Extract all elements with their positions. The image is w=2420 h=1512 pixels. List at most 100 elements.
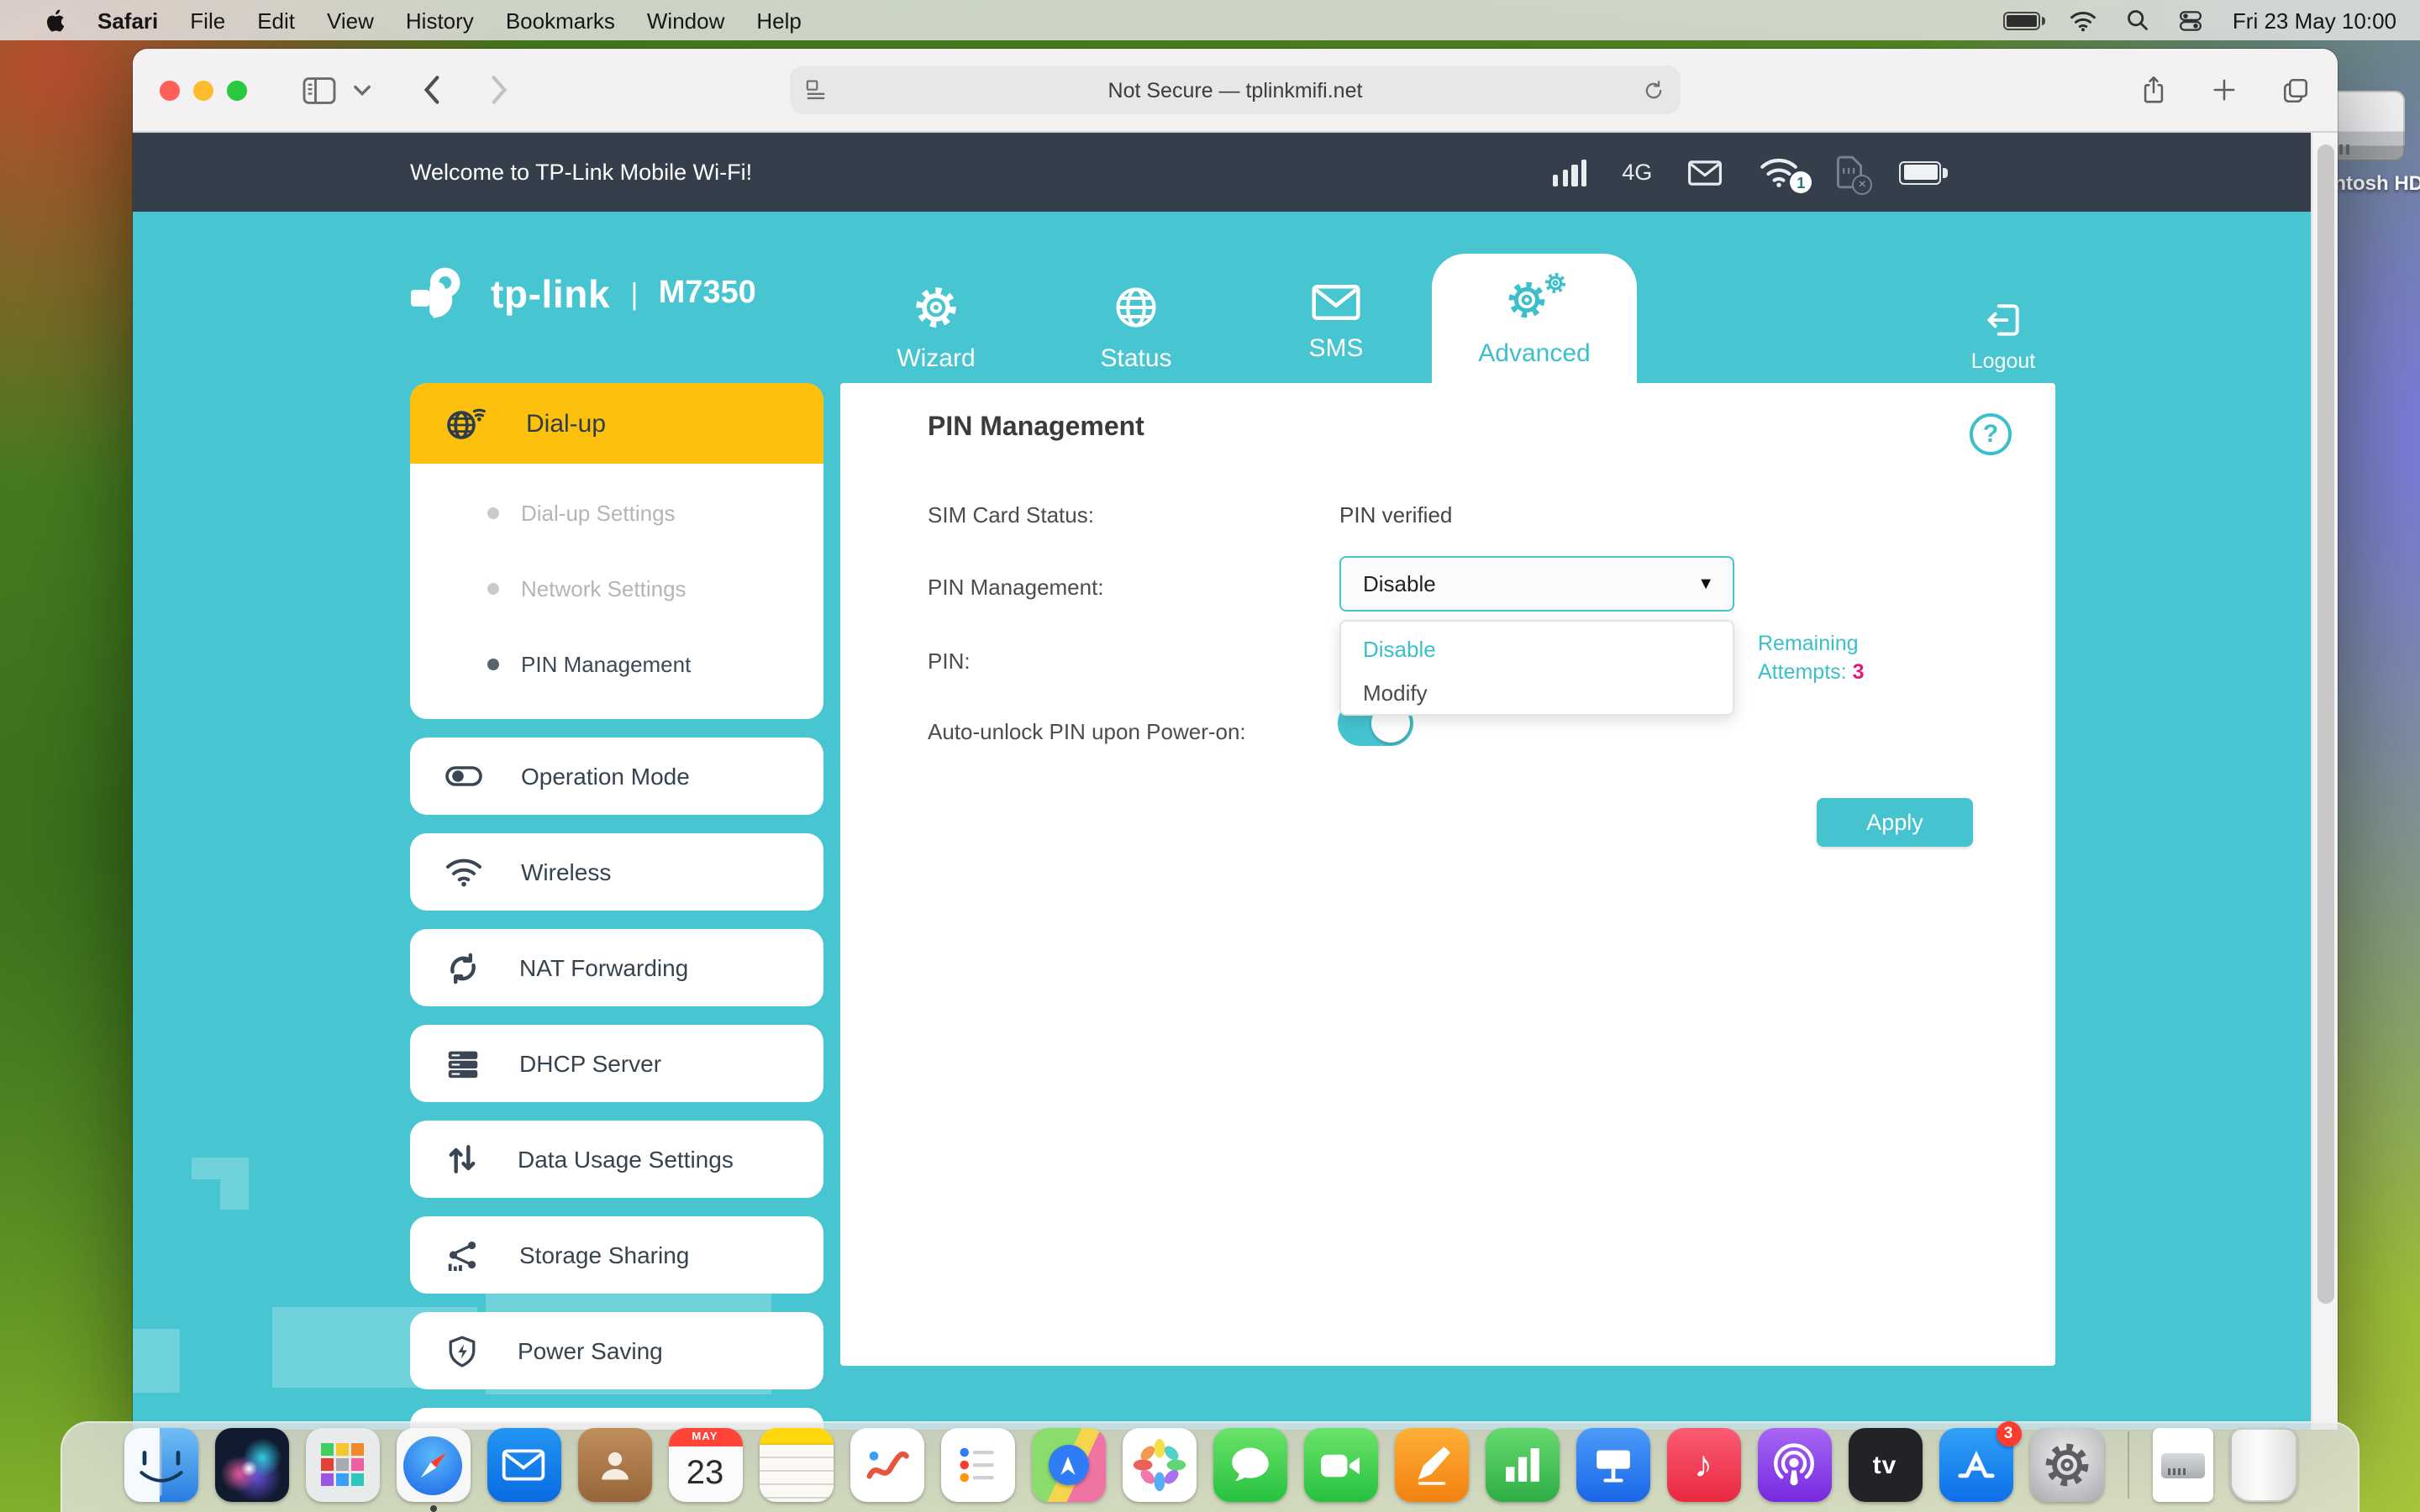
battery-icon[interactable] [2004,11,2041,29]
menu-item-window[interactable]: Window [647,8,725,33]
shield-bolt-icon [444,1331,481,1370]
share-nodes-icon [444,1236,482,1274]
scrollbar-thumb[interactable] [2317,144,2334,1304]
dock-app-store[interactable]: 3 [1939,1428,2012,1502]
dock-siri[interactable] [214,1428,288,1502]
chevron-down-icon[interactable] [353,83,371,97]
dock-pages[interactable] [1394,1428,1468,1502]
dock-reminders[interactable] [940,1428,1014,1502]
new-tab-icon[interactable] [2212,77,2237,102]
dock-system-settings[interactable] [2029,1428,2103,1502]
help-icon[interactable]: ? [1970,413,2012,455]
forward-button[interactable] [491,74,509,106]
back-button[interactable] [422,74,440,106]
sidebar-item-dialup[interactable]: Dial-up [410,383,823,464]
spotlight-search-icon[interactable] [2127,8,2150,32]
control-center-icon[interactable] [2179,8,2204,33]
dock-messages[interactable] [1213,1428,1286,1502]
close-window-button[interactable] [160,80,180,100]
dock-launchpad[interactable] [305,1428,379,1502]
dock-calendar[interactable]: MAY 23 [668,1428,742,1502]
reload-icon[interactable] [1642,78,1665,102]
dock-facetime[interactable] [1303,1428,1377,1502]
dock-trash[interactable] [2229,1428,2296,1502]
dock-contacts[interactable] [577,1428,651,1502]
dock-freeform[interactable] [850,1428,923,1502]
sidebar-toggle-icon[interactable] [301,75,338,105]
deco-block [192,1158,249,1179]
deco-block [220,1179,249,1210]
dock-photos[interactable] [1122,1428,1196,1502]
sidebar-item-network-settings[interactable]: Network Settings [410,551,823,627]
sidebar-item-dialup-settings[interactable]: Dial-up Settings [410,475,823,551]
tab-overview-icon[interactable] [2281,75,2311,105]
dock-disk-image[interactable] [2152,1428,2212,1502]
wifi-icon[interactable] [2070,9,2098,31]
menu-item-bookmarks[interactable]: Bookmarks [506,8,615,33]
minimize-window-button[interactable] [193,80,213,100]
sidebar: Dial-up Dial-up Settings Network Setting… [410,383,823,1430]
dock-music[interactable]: ♪ [1666,1428,1740,1502]
pin-management-select[interactable]: Disable ▼ [1339,556,1734,612]
address-bar[interactable]: Not Secure — tplinkmifi.net [790,66,1681,114]
remaining-line1: Remaining [1758,630,1864,659]
tab-wizard[interactable]: Wizard [835,282,1037,373]
menu-clock[interactable]: Fri 23 May 10:00 [2233,8,2396,33]
menu-item-file[interactable]: File [190,8,225,33]
web-content: Welcome to TP-Link Mobile Wi-Fi! 4G 1 [133,133,2338,1430]
dock-podcasts[interactable] [1757,1428,1831,1502]
sidebar-item-wireless[interactable]: Wireless [410,833,823,911]
dock-mail[interactable] [487,1428,560,1502]
sidebar-item-label: Wireless [521,858,611,885]
menu-item-view[interactable]: View [327,8,374,33]
sidebar-item-dhcp-server[interactable]: DHCP Server [410,1025,823,1102]
music-note-glyph: ♪ [1694,1443,1712,1487]
sidebar-subitem-label: PIN Management [521,652,691,677]
dropdown-option-modify[interactable]: Modify [1341,670,1733,714]
tab-advanced[interactable]: Advanced [1432,254,1637,383]
logout-button[interactable]: Logout [1939,299,2067,373]
sd-card-disabled-icon: × [1835,155,1864,190]
globe-icon [1111,282,1161,333]
dock-numbers[interactable] [1485,1428,1559,1502]
dock-apple-tv[interactable]: tv [1848,1428,1922,1502]
sidebar-item-pin-management[interactable]: PIN Management [410,627,823,702]
apply-button[interactable]: Apply [1817,798,1973,847]
sidebar-item-storage-sharing[interactable]: Storage Sharing [410,1216,823,1294]
toggle-switch-icon [444,756,484,796]
dock-keynote[interactable] [1576,1428,1649,1502]
apple-menu-icon[interactable] [44,6,69,34]
sidebar-item-operation-mode[interactable]: Operation Mode [410,738,823,815]
pin-label: PIN: [928,648,971,674]
tab-status[interactable]: Status [1035,282,1237,373]
remaining-attempts: Remaining Attempts: 3 [1758,630,1864,687]
navigation-arrow-icon [1048,1445,1088,1485]
dock-maps[interactable] [1031,1428,1105,1502]
share-icon[interactable] [2139,74,2168,106]
tab-label: Status [1100,344,1171,373]
zoom-window-button[interactable] [227,80,247,100]
tv-glyph: tv [1873,1451,1897,1479]
page-title: PIN Management [928,413,1144,444]
menu-item-edit[interactable]: Edit [257,8,295,33]
dock-finder[interactable] [124,1428,197,1502]
circular-arrows-icon [444,948,482,987]
desktop: Macintosh HD Safari File Edit View Histo… [0,0,2420,1512]
sidebar-item-label: Data Usage Settings [518,1146,734,1173]
tplink-logo: tp-link | M7350 [407,259,756,329]
dock-safari[interactable] [396,1428,470,1502]
dock-notes[interactable] [759,1428,833,1502]
server-stack-icon [444,1044,482,1083]
menu-item-help[interactable]: Help [756,8,802,33]
sidebar-item-power-saving[interactable]: Power Saving [410,1312,823,1389]
sidebar-item-data-usage-settings[interactable]: Data Usage Settings [410,1121,823,1198]
sidebar-item-nat-forwarding[interactable]: NAT Forwarding [410,929,823,1006]
menu-app-name[interactable]: Safari [97,8,158,33]
dropdown-option-disable[interactable]: Disable [1341,627,1733,670]
remaining-attempts-value: 3 [1853,660,1865,684]
tab-sms[interactable]: SMS [1235,282,1437,363]
tab-label: Advanced [1478,339,1590,368]
page-format-icon[interactable] [805,78,827,102]
dock-separator [2127,1431,2128,1499]
menu-item-history[interactable]: History [406,8,474,33]
